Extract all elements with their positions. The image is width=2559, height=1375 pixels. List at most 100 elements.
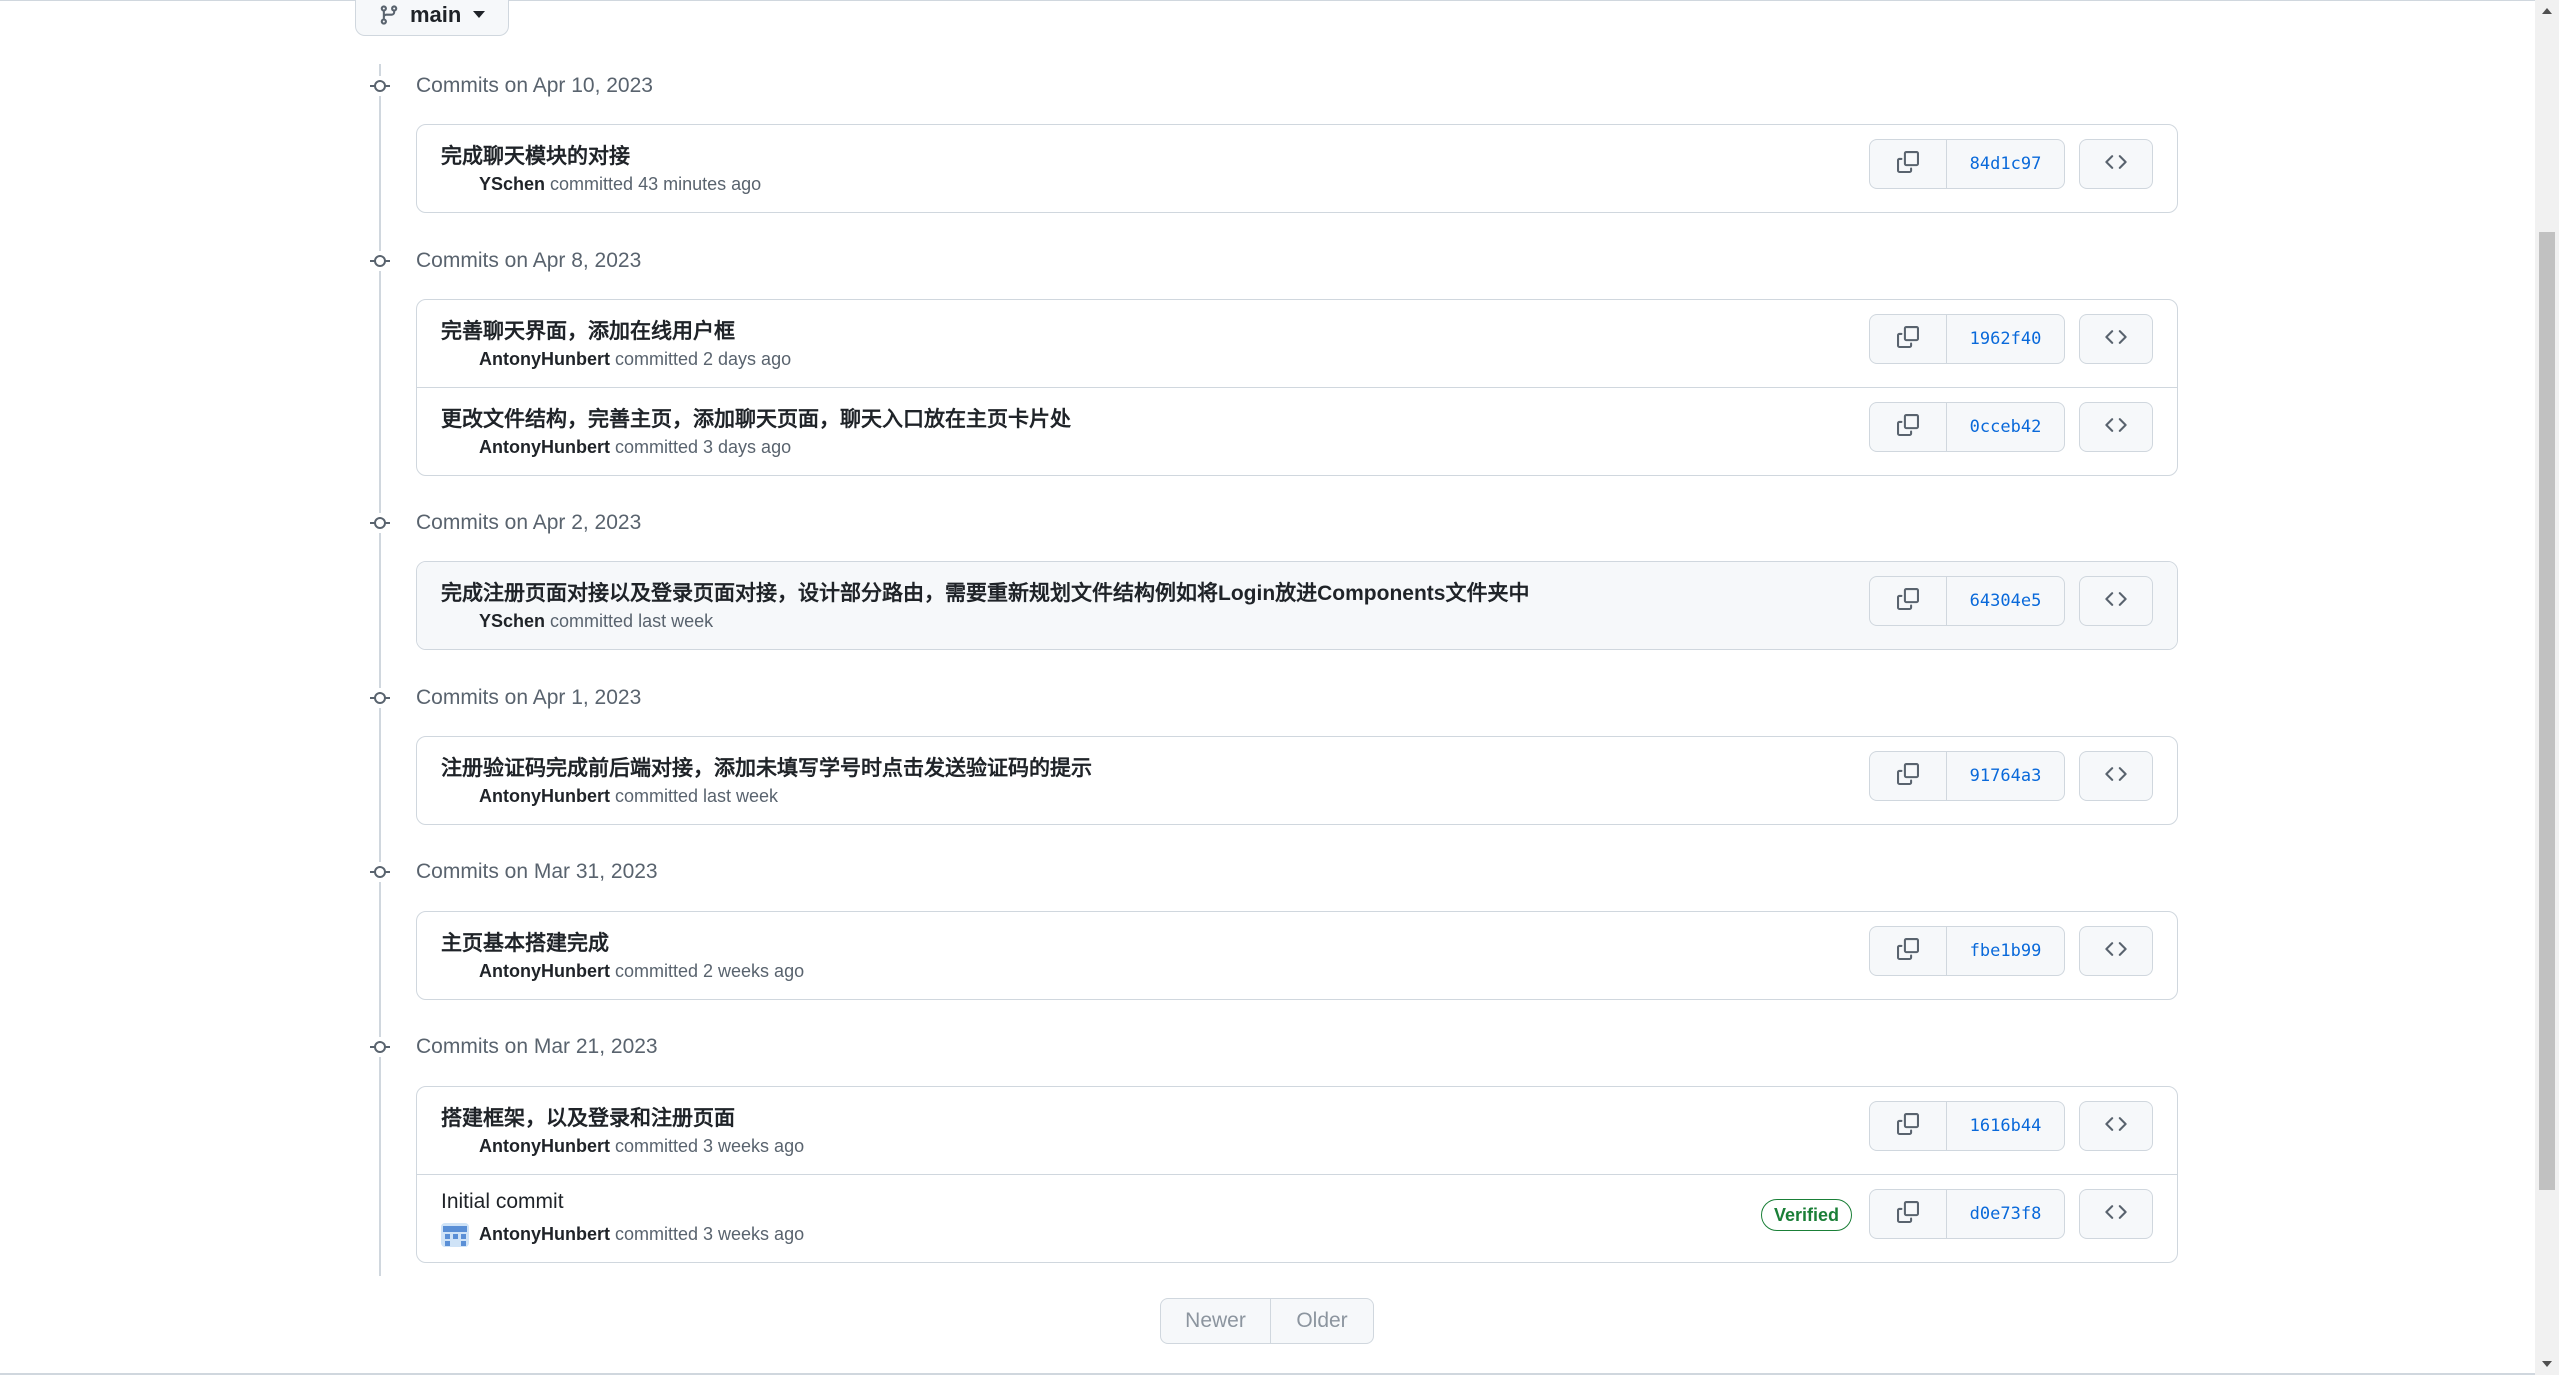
commit-row: 更改文件结构，完善主页，添加聊天页面，聊天入口放在主页卡片处 AntonyHun… [417,387,2177,475]
commit-sha-link[interactable]: 1616b44 [1947,1101,2065,1151]
commit-message[interactable]: 完成聊天模块的对接 [441,140,630,170]
commit-author[interactable]: AntonyHunbert [479,786,610,806]
commit-message[interactable]: Initial commit [441,1190,564,1214]
commit-author[interactable]: AntonyHunbert [479,437,610,457]
copy-sha-button[interactable] [1869,139,1947,189]
commit-sha-link[interactable]: 1962f40 [1947,314,2065,364]
copy-icon [1897,325,1919,353]
branch-name: main [410,1,462,27]
git-commit-icon [370,688,390,708]
sha-button-group: 84d1c97 [1869,139,2065,189]
commit-message[interactable]: 主页基本搭建完成 [441,927,609,957]
copy-icon [1897,413,1919,441]
commit-sha-link[interactable]: 84d1c97 [1947,139,2065,189]
branch-selector[interactable]: main [355,0,509,36]
group-date-heading: Commits on Apr 1, 2023 [416,686,642,709]
commit-sha-link[interactable]: fbe1b99 [1947,926,2065,976]
avatar[interactable] [441,1223,469,1247]
git-commit-icon [370,251,390,271]
copy-sha-button[interactable] [1869,926,1947,976]
commit-author[interactable]: AntonyHunbert [479,349,610,369]
browse-repo-button[interactable] [2079,314,2153,364]
commit-message[interactable]: 更改文件结构，完善主页，添加聊天页面，聊天入口放在主页卡片处 [441,403,1071,433]
commit-list: 搭建框架，以及登录和注册页面 AntonyHunbert committed 3… [416,1086,2178,1263]
code-icon [2105,326,2127,353]
commit-sha-link[interactable]: d0e73f8 [1947,1189,2065,1239]
git-commit-icon [370,76,390,96]
commit-meta: AntonyHunbert committed 3 weeks ago [479,1136,804,1157]
commit-time: committed last week [615,786,779,806]
commit-group: Commits on Apr 10, 2023 完成聊天模块的对接 YSchen… [370,66,2180,213]
sha-button-group: 91764a3 [1869,751,2065,801]
commit-author[interactable]: AntonyHunbert [479,1136,610,1156]
commit-time: committed last week [550,611,714,631]
commit-message[interactable]: 注册验证码完成前后端对接，添加未填写学号时点击发送验证码的提示 [441,752,1092,782]
commit-author[interactable]: AntonyHunbert [479,961,610,981]
scroll-up-arrow-icon[interactable] [2542,8,2552,14]
browse-repo-button[interactable] [2079,1101,2153,1151]
commit-meta: AntonyHunbert committed last week [479,786,778,807]
commit-meta: AntonyHunbert committed 3 weeks ago [479,1224,804,1245]
scroll-down-arrow-icon[interactable] [2542,1361,2552,1367]
commit-row: 完善聊天界面，添加在线用户框 AntonyHunbert committed 2… [417,300,2177,387]
commit-group: Commits on Apr 8, 2023 完善聊天界面，添加在线用户框 An… [370,241,2180,476]
commit-row: 搭建框架，以及登录和注册页面 AntonyHunbert committed 3… [417,1087,2177,1174]
pagination: Newer Older [1160,1298,1374,1344]
verified-badge[interactable]: Verified [1760,1199,1852,1231]
copy-sha-button[interactable] [1869,1189,1947,1239]
commit-message[interactable]: 完成注册页面对接以及登录页面对接，设计部分路由，需要重新规划文件结构例如将Log… [441,577,1529,607]
commit-message[interactable]: 搭建框架，以及登录和注册页面 [441,1102,735,1132]
commit-list: 完善聊天界面，添加在线用户框 AntonyHunbert committed 2… [416,299,2178,476]
commit-author[interactable]: AntonyHunbert [479,1224,610,1244]
commit-sha-link[interactable]: 91764a3 [1947,751,2065,801]
group-date-heading: Commits on Apr 10, 2023 [416,74,653,97]
commit-sha-link[interactable]: 64304e5 [1947,576,2065,626]
commit-time: committed 2 days ago [615,349,792,369]
copy-sha-button[interactable] [1869,402,1947,452]
newer-button[interactable]: Newer [1160,1298,1271,1344]
chevron-down-icon [473,11,486,18]
copy-icon [1897,587,1919,615]
commit-author[interactable]: YSchen [479,174,545,194]
commit-meta: YSchen committed last week [479,611,713,632]
copy-sha-button[interactable] [1869,576,1947,626]
browse-repo-button[interactable] [2079,576,2153,626]
commit-time: committed 3 days ago [615,437,792,457]
sha-button-group: fbe1b99 [1869,926,2065,976]
commit-message[interactable]: 完善聊天界面，添加在线用户框 [441,315,735,345]
commit-row: 注册验证码完成前后端对接，添加未填写学号时点击发送验证码的提示 AntonyHu… [417,737,2177,824]
commit-group: Commits on Mar 21, 2023 搭建框架，以及登录和注册页面 A… [370,1027,2180,1263]
commit-list: 注册验证码完成前后端对接，添加未填写学号时点击发送验证码的提示 AntonyHu… [416,736,2178,825]
commit-time: committed 2 weeks ago [615,961,805,981]
browse-repo-button[interactable] [2079,926,2153,976]
commit-time: committed 3 weeks ago [615,1136,805,1156]
copy-sha-button[interactable] [1869,1101,1947,1151]
copy-sha-button[interactable] [1869,751,1947,801]
older-button[interactable]: Older [1271,1298,1374,1344]
vertical-scrollbar[interactable] [2535,0,2559,1375]
browse-repo-button[interactable] [2079,139,2153,189]
code-icon [2105,1113,2127,1140]
commit-meta: AntonyHunbert committed 2 days ago [479,349,791,370]
copy-icon [1897,150,1919,178]
browse-repo-button[interactable] [2079,402,2153,452]
git-commit-icon [370,513,390,533]
scrollbar-thumb[interactable] [2539,232,2555,1190]
commit-row: 主页基本搭建完成 AntonyHunbert committed 2 weeks… [417,912,2177,999]
commit-row: 完成注册页面对接以及登录页面对接，设计部分路由，需要重新规划文件结构例如将Log… [417,562,2177,649]
group-date-heading: Commits on Mar 31, 2023 [416,860,658,883]
commit-group: Commits on Mar 31, 2023 主页基本搭建完成 AntonyH… [370,852,2180,1000]
code-icon [2105,763,2127,790]
browse-repo-button[interactable] [2079,751,2153,801]
browse-repo-button[interactable] [2079,1189,2153,1239]
commit-group: Commits on Apr 2, 2023 完成注册页面对接以及登录页面对接，… [370,503,2180,650]
git-commit-icon [370,862,390,882]
commit-meta: AntonyHunbert committed 2 weeks ago [479,961,804,982]
commit-sha-link[interactable]: 0cceb42 [1947,402,2065,452]
commit-author[interactable]: YSchen [479,611,545,631]
sha-button-group: 1616b44 [1869,1101,2065,1151]
code-icon [2105,588,2127,615]
sha-button-group: d0e73f8 [1869,1189,2065,1239]
copy-icon [1897,1200,1919,1228]
copy-sha-button[interactable] [1869,314,1947,364]
